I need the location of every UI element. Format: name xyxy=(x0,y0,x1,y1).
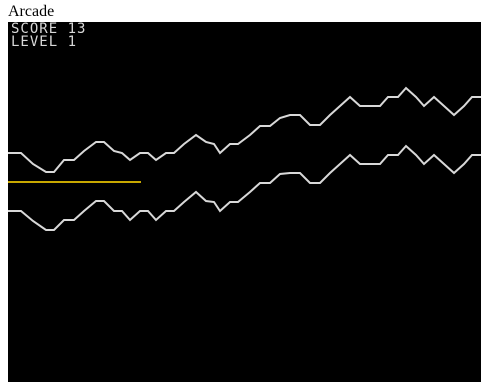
cave-upper-wall xyxy=(8,86,481,173)
playfield xyxy=(8,86,481,231)
game-screen[interactable]: SCORE 13 LEVEL 1 xyxy=(8,22,481,382)
cave-lower-wall xyxy=(8,144,481,231)
window-title: Arcade xyxy=(8,3,55,20)
